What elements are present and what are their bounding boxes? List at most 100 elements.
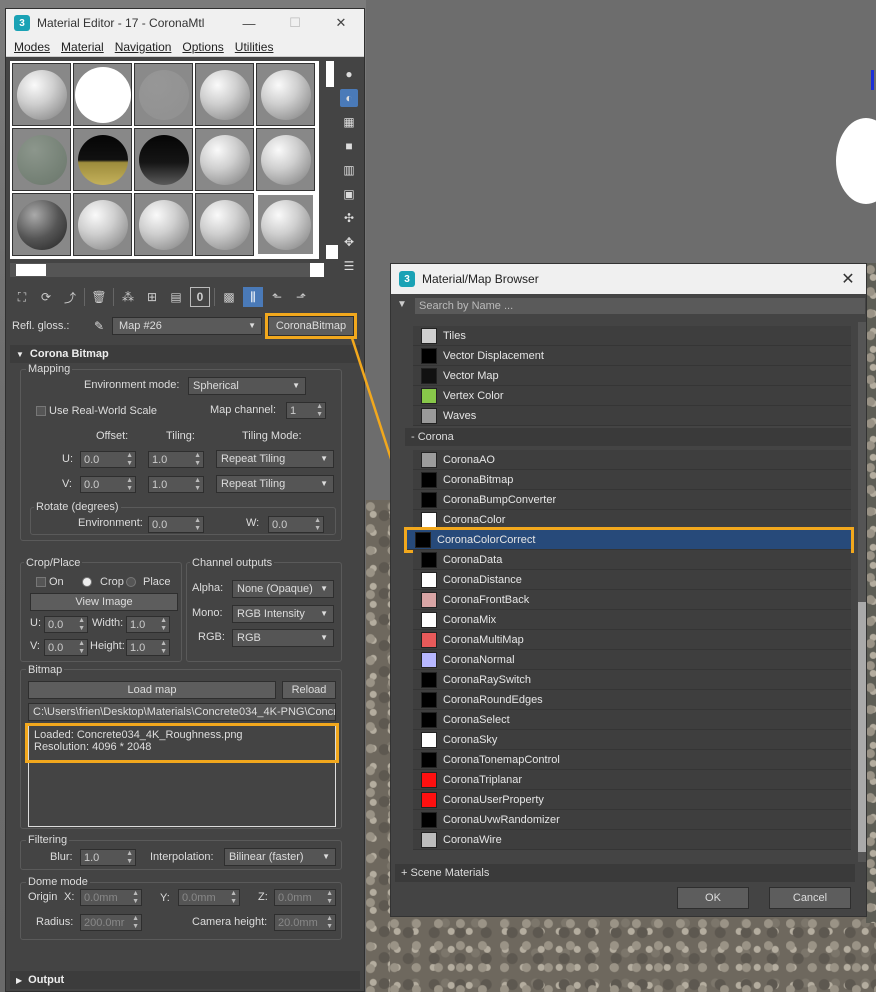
- browser-titlebar[interactable]: 3 Material/Map Browser ✕: [391, 264, 866, 294]
- browser-list-item[interactable]: CoronaFrontBack: [413, 590, 851, 610]
- browser-list-item[interactable]: CoronaNormal: [413, 650, 851, 670]
- make-preview-icon[interactable]: ▣: [340, 185, 358, 203]
- sample-slot-selected[interactable]: [256, 193, 315, 256]
- slots-horizontal-scrollbar[interactable]: [10, 263, 324, 277]
- browser-list-item[interactable]: CoronaColorCorrect: [404, 527, 854, 553]
- scroll-thumb[interactable]: [858, 602, 866, 852]
- crop-u-spinner[interactable]: 0.0 ▲ ▼: [44, 616, 88, 633]
- place-radio[interactable]: [126, 577, 136, 587]
- go-forward-icon[interactable]: ⬏: [291, 287, 311, 307]
- sample-slot[interactable]: [73, 128, 132, 191]
- sample-slot[interactable]: [134, 128, 193, 191]
- browser-list-item[interactable]: CoronaTriplanar: [413, 770, 851, 790]
- sample-slot[interactable]: [73, 193, 132, 256]
- background-icon[interactable]: ▦: [340, 113, 358, 131]
- browser-list-item[interactable]: CoronaColor: [413, 510, 851, 530]
- browser-list-item[interactable]: CoronaUvwRandomizer: [413, 810, 851, 830]
- sample-slot[interactable]: [134, 193, 193, 256]
- menu-navigation[interactable]: Navigation: [115, 40, 172, 54]
- menu-modes[interactable]: Modes: [14, 40, 50, 54]
- browser-list-item[interactable]: Vector Map: [413, 366, 851, 386]
- sample-slot[interactable]: [195, 128, 254, 191]
- env-mode-dropdown[interactable]: Spherical ▼: [188, 377, 306, 395]
- spinner-arrows-icon[interactable]: ▲ ▼: [160, 617, 167, 633]
- spinner-arrows-icon[interactable]: ▲ ▼: [326, 890, 333, 906]
- browser-list-item[interactable]: CoronaAO: [413, 450, 851, 470]
- spinner-arrows-icon[interactable]: ▲ ▼: [126, 452, 133, 468]
- scroll-thumb[interactable]: [326, 61, 334, 87]
- close-button[interactable]: ✕: [318, 9, 364, 37]
- make-unique-icon[interactable]: ⁂: [118, 287, 138, 307]
- camera-height-spinner[interactable]: 20.0mm ▲ ▼: [274, 914, 336, 931]
- reload-button[interactable]: Reload: [282, 681, 336, 699]
- v-tiling-spinner[interactable]: 1.0 ▲ ▼: [148, 476, 204, 493]
- mono-dropdown[interactable]: RGB Intensity ▼: [232, 605, 334, 623]
- browser-list-item[interactable]: CoronaBitmap: [413, 470, 851, 490]
- map-name-field[interactable]: Map #26 ▼: [112, 317, 262, 335]
- minimize-button[interactable]: —: [226, 9, 272, 37]
- height-spinner[interactable]: 1.0 ▲ ▼: [126, 639, 170, 656]
- browser-list-item[interactable]: Waves: [413, 406, 851, 426]
- rgb-dropdown[interactable]: RGB ▼: [232, 629, 334, 647]
- spinner-arrows-icon[interactable]: ▲ ▼: [78, 640, 85, 656]
- maximize-button[interactable]: ☐: [272, 9, 318, 37]
- material-map-navigator-icon[interactable]: ☰: [340, 257, 358, 275]
- view-image-button[interactable]: View Image: [30, 593, 178, 611]
- browser-list-item[interactable]: CoronaDistance: [413, 570, 851, 590]
- sample-slot[interactable]: [12, 193, 71, 256]
- get-material-icon[interactable]: ⛶: [12, 287, 32, 307]
- browser-list-item[interactable]: CoronaData: [413, 550, 851, 570]
- width-spinner[interactable]: 1.0 ▲ ▼: [126, 616, 170, 633]
- spinner-arrows-icon[interactable]: ▲ ▼: [326, 915, 333, 931]
- spinner-arrows-icon[interactable]: ▲ ▼: [126, 477, 133, 493]
- bitmap-path-field[interactable]: C:\Users\frien\Desktop\Materials\Concret…: [28, 703, 336, 721]
- u-offset-spinner[interactable]: 0.0 ▲ ▼: [80, 451, 136, 468]
- select-by-material-icon[interactable]: ✥: [340, 233, 358, 251]
- alpha-dropdown[interactable]: None (Opaque) ▼: [232, 580, 334, 598]
- rollout-output[interactable]: ▶ Output: [10, 971, 360, 989]
- put-to-scene-icon[interactable]: ⟳: [36, 287, 56, 307]
- menu-options[interactable]: Options: [182, 40, 223, 54]
- cancel-button[interactable]: Cancel: [769, 887, 851, 909]
- map-channel-spinner[interactable]: 1 ▲ ▼: [286, 402, 326, 419]
- u-tiling-spinner[interactable]: 1.0 ▲ ▼: [148, 451, 204, 468]
- origin-y-spinner[interactable]: 0.0mm ▲ ▼: [178, 889, 240, 906]
- show-map-icon[interactable]: ▩: [219, 287, 239, 307]
- spinner-arrows-icon[interactable]: ▲ ▼: [132, 915, 139, 931]
- sample-slot[interactable]: [256, 63, 315, 126]
- spinner-arrows-icon[interactable]: ▲ ▼: [126, 850, 133, 866]
- sample-slot[interactable]: [195, 63, 254, 126]
- origin-z-spinner[interactable]: 0.0mm ▲ ▼: [274, 889, 336, 906]
- crop-v-spinner[interactable]: 0.0 ▲ ▼: [44, 639, 88, 656]
- slots-vertical-scrollbar[interactable]: [324, 61, 338, 259]
- browser-list-item[interactable]: Vertex Color: [413, 386, 851, 406]
- close-button[interactable]: ✕: [830, 269, 866, 289]
- environment-spinner[interactable]: 0.0 ▲ ▼: [148, 516, 204, 533]
- browser-list-item[interactable]: CoronaSky: [413, 730, 851, 750]
- interpolation-dropdown[interactable]: Bilinear (faster) ▼: [224, 848, 336, 866]
- crop-on-checkbox[interactable]: [36, 577, 46, 587]
- browser-scrollbar[interactable]: [858, 322, 866, 862]
- map-type-button[interactable]: CoronaBitmap: [265, 313, 357, 339]
- assign-to-selection-icon[interactable]: ⤴: [60, 287, 80, 307]
- browser-list-item[interactable]: CoronaRaySwitch: [413, 670, 851, 690]
- browser-options-icon[interactable]: ▼: [397, 299, 407, 310]
- browser-list-item[interactable]: CoronaMultiMap: [413, 630, 851, 650]
- sample-type-icon[interactable]: ●: [340, 65, 358, 83]
- load-map-button[interactable]: Load map: [28, 681, 276, 699]
- scroll-thumb[interactable]: [16, 264, 46, 276]
- uv-tiling-icon[interactable]: ■: [340, 137, 358, 155]
- w-spinner[interactable]: 0.0 ▲ ▼: [268, 516, 324, 533]
- crop-radio[interactable]: [82, 577, 92, 587]
- browser-list-item[interactable]: CoronaSelect: [413, 710, 851, 730]
- sample-slot[interactable]: [256, 128, 315, 191]
- sample-slot[interactable]: [12, 128, 71, 191]
- spinner-arrows-icon[interactable]: ▲ ▼: [194, 517, 201, 533]
- v-offset-spinner[interactable]: 0.0 ▲ ▼: [80, 476, 136, 493]
- browser-list-item[interactable]: CoronaBumpConverter: [413, 490, 851, 510]
- reset-map-icon[interactable]: 🗑: [89, 287, 109, 307]
- browser-list-item[interactable]: CoronaRoundEdges: [413, 690, 851, 710]
- browser-list-item[interactable]: CoronaWire: [413, 830, 851, 850]
- browser-list-item[interactable]: Vector Displacement: [413, 346, 851, 366]
- spinner-arrows-icon[interactable]: ▲ ▼: [230, 890, 237, 906]
